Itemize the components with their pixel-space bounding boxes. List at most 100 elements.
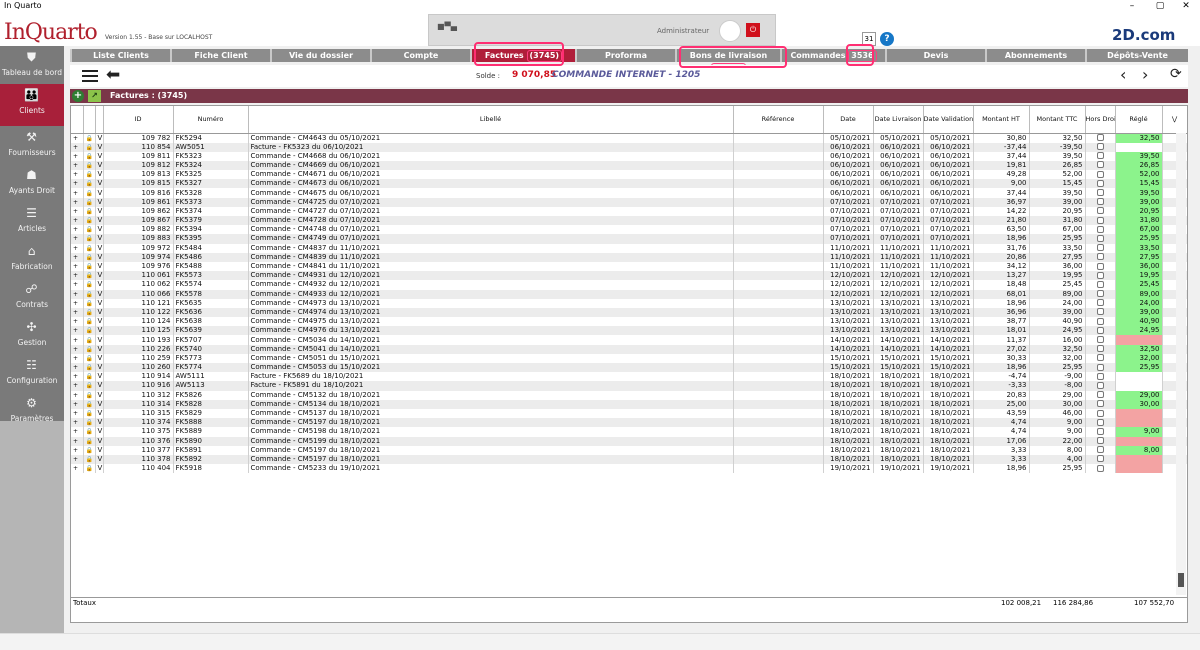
hors-droits-checkbox[interactable] xyxy=(1096,345,1104,353)
tab-devis[interactable]: Devis xyxy=(885,49,985,62)
tab-vie-du-dossier[interactable]: Vie du dossier xyxy=(270,49,370,62)
cell-numero[interactable]: FK5486 xyxy=(173,252,249,262)
column-header[interactable] xyxy=(71,106,84,134)
expand-icon[interactable]: + xyxy=(71,298,84,308)
column-header[interactable]: Date xyxy=(823,106,874,134)
cell-numero[interactable]: FK5773 xyxy=(173,353,249,363)
hors-droits-checkbox[interactable] xyxy=(1096,437,1104,445)
table-row[interactable]: + 🔒 V 109 782 FK5294 Commande - CM4643 du 05/… xyxy=(71,133,1187,143)
sidebar-item-fabrication[interactable]: ⌂ Fabrication xyxy=(0,240,64,278)
previous-icon[interactable]: ‹ xyxy=(1120,65,1126,85)
expand-icon[interactable]: + xyxy=(71,252,84,262)
hors-droits-checkbox[interactable] xyxy=(1096,418,1104,426)
hors-droits-checkbox[interactable] xyxy=(1096,189,1104,197)
tab-liste-clients[interactable]: Liste Clients xyxy=(70,49,170,62)
cell-numero[interactable]: FK5373 xyxy=(173,197,249,207)
wrench-icon[interactable]: ↗ xyxy=(88,90,101,102)
expand-icon[interactable]: + xyxy=(71,188,84,198)
cell-numero[interactable]: FK5395 xyxy=(173,234,249,244)
hors-droits-checkbox[interactable] xyxy=(1096,244,1104,252)
expand-icon[interactable]: + xyxy=(71,289,84,299)
hors-droits-checkbox[interactable] xyxy=(1096,207,1104,215)
hors-droits-checkbox[interactable] xyxy=(1096,234,1104,242)
sidebar-item-fournisseurs[interactable]: ⚒ Fournisseurs xyxy=(0,126,64,164)
maximize-button[interactable]: ▢ xyxy=(1148,0,1172,12)
expand-icon[interactable]: + xyxy=(71,280,84,290)
cell-numero[interactable]: FK5635 xyxy=(173,298,249,308)
table-row[interactable]: + 🔒 V 110 376 FK5890 Commande - CM5199 du 18/… xyxy=(71,436,1187,446)
column-header[interactable] xyxy=(83,106,96,134)
cell-numero[interactable]: FK5574 xyxy=(173,280,249,290)
cell-numero[interactable]: FK5327 xyxy=(173,179,249,189)
menu-icon[interactable] xyxy=(82,70,98,82)
cell-numero[interactable]: FK5573 xyxy=(173,271,249,281)
hors-droits-checkbox[interactable] xyxy=(1096,326,1104,334)
table-row[interactable]: + 🔒 V 110 260 FK5774 Commande - CM5053 du 15/… xyxy=(71,363,1187,373)
expand-icon[interactable]: + xyxy=(71,317,84,327)
cell-numero[interactable]: FK5374 xyxy=(173,206,249,216)
hors-droits-checkbox[interactable] xyxy=(1096,170,1104,178)
hors-droits-checkbox[interactable] xyxy=(1096,179,1104,187)
expand-icon[interactable]: + xyxy=(71,151,84,161)
cell-numero[interactable]: FK5888 xyxy=(173,418,249,428)
expand-icon[interactable]: + xyxy=(71,225,84,235)
table-row[interactable]: + 🔒 V 109 861 FK5373 Commande - CM4725 du 07/… xyxy=(71,197,1187,207)
hors-droits-checkbox[interactable] xyxy=(1096,427,1104,435)
expand-icon[interactable]: + xyxy=(71,142,84,152)
hors-droits-checkbox[interactable] xyxy=(1096,400,1104,408)
cell-numero[interactable]: FK5324 xyxy=(173,160,249,171)
cell-numero[interactable]: FK5891 xyxy=(173,445,249,455)
expand-icon[interactable]: + xyxy=(71,243,84,253)
expand-icon[interactable]: + xyxy=(71,234,84,244)
hors-droits-checkbox[interactable] xyxy=(1096,372,1104,380)
cell-numero[interactable]: FK5488 xyxy=(173,261,249,272)
expand-icon[interactable]: + xyxy=(71,307,84,318)
column-header[interactable]: Hors Droits xyxy=(1085,106,1116,134)
column-header[interactable]: Date Livraison xyxy=(873,106,924,134)
close-button[interactable]: ✕ xyxy=(1174,0,1198,12)
logout-icon[interactable]: ⏻ xyxy=(746,23,760,37)
column-header[interactable]: Réglé xyxy=(1115,106,1163,134)
table-row[interactable]: + 🔒 V 110 315 FK5829 Commande - CM5137 du 18/… xyxy=(71,408,1187,419)
expand-icon[interactable]: + xyxy=(71,326,84,336)
cell-numero[interactable]: FK5918 xyxy=(173,464,249,474)
expand-icon[interactable]: + xyxy=(71,381,84,391)
table-row[interactable]: + 🔒 V 109 862 FK5374 Commande - CM4727 du 07/… xyxy=(71,206,1187,216)
cell-numero[interactable]: FK5740 xyxy=(173,344,249,354)
sidebar-item-articles[interactable]: ☰ Articles xyxy=(0,202,64,240)
avatar[interactable] xyxy=(719,20,741,42)
column-header[interactable]: Numéro xyxy=(173,106,249,134)
column-header[interactable]: Référence xyxy=(733,106,824,134)
tab-abonnements[interactable]: Abonnements xyxy=(985,49,1085,62)
hors-droits-checkbox[interactable] xyxy=(1096,446,1104,454)
remote-icon[interactable]: ■▀▄ xyxy=(437,22,457,31)
cell-numero[interactable]: FK5294 xyxy=(173,133,249,143)
cell-numero[interactable]: FK5578 xyxy=(173,289,249,299)
cell-numero[interactable]: FK5394 xyxy=(173,225,249,235)
scrollbar-thumb[interactable] xyxy=(1178,573,1184,587)
help-icon[interactable]: ? xyxy=(880,32,894,46)
table-row[interactable]: + 🔒 V 110 122 FK5636 Commande - CM4974 du 13/… xyxy=(71,307,1187,318)
hors-droits-checkbox[interactable] xyxy=(1096,317,1104,325)
table-row[interactable]: + 🔒 V 110 066 FK5578 Commande - CM4933 du 12/… xyxy=(71,289,1187,299)
hors-droits-checkbox[interactable] xyxy=(1096,363,1104,371)
table-row[interactable]: + 🔒 V 110 378 FK5892 Commande - CM5197 du 18/… xyxy=(71,454,1187,465)
minimize-button[interactable]: – xyxy=(1120,0,1144,12)
cell-numero[interactable]: FK5826 xyxy=(173,390,249,400)
expand-icon[interactable]: + xyxy=(71,271,84,281)
cell-numero[interactable]: FK5379 xyxy=(173,216,249,226)
expand-icon[interactable]: + xyxy=(71,206,84,216)
sidebar-item-ayants-droit[interactable]: ☗ Ayants Droit xyxy=(0,164,64,202)
sidebar-item-contrats[interactable]: ☍ Contrats xyxy=(0,278,64,316)
cell-numero[interactable]: FK5636 xyxy=(173,307,249,318)
table-row[interactable]: + 🔒 V 109 815 FK5327 Commande - CM4673 du 06/… xyxy=(71,179,1187,189)
expand-icon[interactable]: + xyxy=(71,372,84,382)
table-row[interactable]: + 🔒 V 110 916 AW5113 Facture - FK5891 du 18/1… xyxy=(71,381,1187,391)
cell-numero[interactable]: FK5639 xyxy=(173,326,249,336)
cell-numero[interactable]: FK5889 xyxy=(173,427,249,437)
column-header[interactable]: Date Validation xyxy=(923,106,974,134)
hors-droits-checkbox[interactable] xyxy=(1096,161,1104,169)
hors-droits-checkbox[interactable] xyxy=(1096,280,1104,288)
cell-numero[interactable]: FK5638 xyxy=(173,317,249,327)
expand-icon[interactable]: + xyxy=(71,133,84,143)
